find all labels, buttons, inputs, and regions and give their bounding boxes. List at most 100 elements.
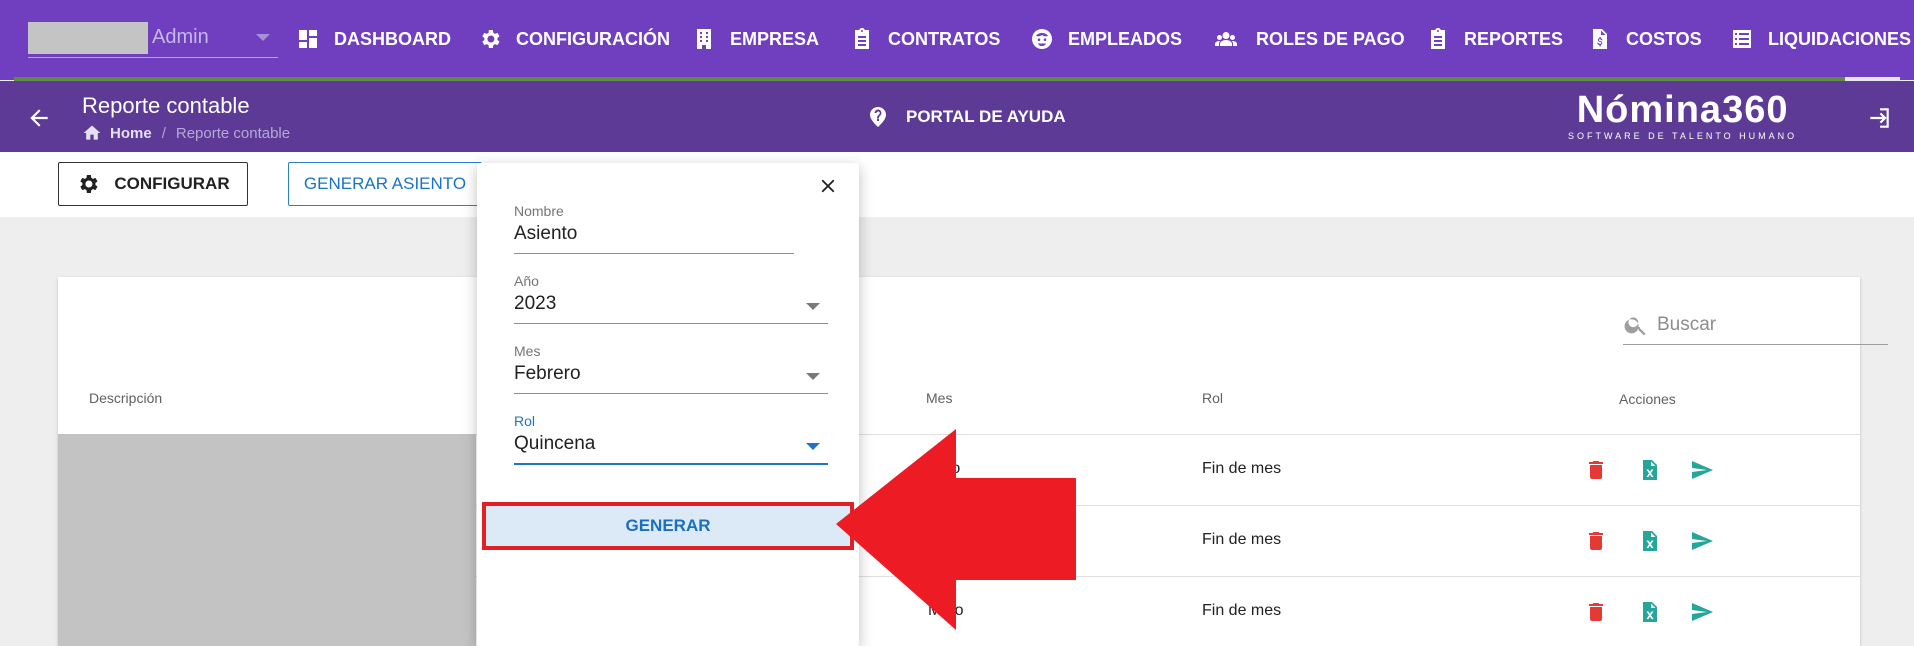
- search-field[interactable]: [1623, 305, 1888, 345]
- mes-label: Mes: [514, 343, 541, 359]
- help-portal-link[interactable]: PORTAL DE AYUDA: [866, 105, 1066, 129]
- nav-item-liquidaciones[interactable]: LIQUIDACIONES: [1730, 22, 1911, 56]
- nav-item-costos[interactable]: COSTOS: [1588, 22, 1702, 56]
- breadcrumb: Home / Reporte contable: [82, 123, 290, 143]
- column-header-acciones: Acciones: [1619, 391, 1676, 407]
- brand-tagline: SOFTWARE DE TALENTO HUMANO: [1568, 131, 1798, 141]
- nombre-input[interactable]: Asiento: [514, 223, 794, 245]
- cell-rol: Fin de mes: [1202, 531, 1282, 548]
- mes-select[interactable]: Mes Febrero: [514, 343, 828, 394]
- nav-item-label: EMPRESA: [730, 28, 820, 49]
- help-portal-label: PORTAL DE AYUDA: [906, 107, 1066, 126]
- column-header-descripcion[interactable]: Descripción: [89, 390, 162, 406]
- clipboard-icon: [855, 28, 869, 49]
- configurar-button[interactable]: CONFIGURAR: [58, 162, 248, 206]
- generar-asiento-button[interactable]: GENERAR ASIENTO: [288, 162, 482, 206]
- nav-item-label: CONTRATOS: [888, 28, 1001, 49]
- rol-underline: [514, 463, 828, 465]
- send-icon[interactable]: [1690, 458, 1714, 482]
- search-input[interactable]: [1657, 313, 1857, 336]
- generar-label: GENERAR: [625, 516, 711, 535]
- toolbar: CONFIGURAR GENERAR ASIENTO: [0, 152, 1914, 217]
- mes-underline: [514, 393, 828, 394]
- chevron-down-icon[interactable]: [256, 34, 270, 41]
- report-table-card: Descripción Mes Rol Acciones ...zo Fin d…: [58, 277, 1888, 646]
- cell-mes: M...o: [928, 602, 964, 619]
- nombre-label: Nombre: [514, 203, 564, 219]
- column-header-rol[interactable]: Rol: [1202, 390, 1223, 406]
- nombre-field[interactable]: Nombre Asiento: [514, 203, 794, 254]
- user-select[interactable]: Admin: [28, 20, 278, 58]
- send-icon[interactable]: [1690, 600, 1714, 624]
- user-name: Admin: [152, 26, 209, 48]
- nav-item-contratos[interactable]: CONTRATOS: [850, 22, 1000, 56]
- search-icon: [1624, 316, 1646, 335]
- breadcrumb-current: Reporte contable: [175, 124, 291, 142]
- top-navbar: Admin DASHBOARD CONFIGURACIÓN EMPRESA CO…: [0, 0, 1914, 81]
- nav-item-label: REPORTES: [1464, 28, 1564, 49]
- help-icon: [870, 107, 886, 127]
- nav-item-label: ROLES DE PAGO: [1256, 28, 1405, 49]
- gear-icon: [80, 175, 98, 193]
- list-icon: [1733, 30, 1751, 48]
- cell-rol: Fin de mes: [1202, 460, 1282, 477]
- page-title: Reporte contable: [82, 93, 250, 118]
- nav-item-label: EMPLEADOS: [1068, 28, 1183, 49]
- people-icon: [1215, 32, 1237, 46]
- nav-item-empresa[interactable]: EMPRESA: [692, 22, 819, 56]
- column-header-mes[interactable]: Mes: [926, 390, 952, 406]
- rol-value[interactable]: Quincena: [514, 433, 828, 455]
- anio-value[interactable]: 2023: [514, 293, 828, 315]
- home-icon: [83, 125, 101, 140]
- anio-label: Año: [514, 273, 539, 289]
- chevron-down-icon[interactable]: [806, 443, 820, 450]
- generar-asiento-label: GENERAR ASIENTO: [303, 174, 467, 193]
- generar-asiento-popup: Nombre Asiento Año 2023 Mes Febrero Rol …: [477, 163, 859, 646]
- rol-label: Rol: [514, 413, 536, 429]
- send-icon[interactable]: [1690, 529, 1714, 553]
- chevron-down-icon[interactable]: [806, 303, 820, 310]
- nav-item-label: CONFIGURACIÓN: [516, 28, 670, 49]
- nav-item-roles-de-pago[interactable]: ROLES DE PAGO: [1210, 22, 1405, 56]
- delete-icon[interactable]: [1584, 458, 1608, 482]
- clipboard-list-icon: [1431, 28, 1445, 49]
- close-icon[interactable]: [817, 175, 839, 197]
- breadcrumb-separator: /: [161, 124, 166, 142]
- chevron-down-icon[interactable]: [806, 373, 820, 380]
- cell-rol: Fin de mes: [1202, 602, 1282, 619]
- back-arrow-icon[interactable]: [26, 105, 52, 131]
- brand-logo: Nómina360 SOFTWARE DE TALENTO HUMANO: [1568, 91, 1797, 141]
- logout-icon[interactable]: [1866, 105, 1892, 131]
- dollar-file-icon: [1593, 29, 1607, 49]
- page-header: Reporte contable Home / Reporte contable…: [0, 81, 1914, 152]
- rol-select[interactable]: Rol Quincena: [514, 413, 828, 465]
- face-icon: [1032, 29, 1052, 49]
- nav-item-label: COSTOS: [1626, 28, 1702, 49]
- cell-mes: ...zo: [930, 460, 961, 477]
- nav-item-dashboard[interactable]: DASHBOARD: [296, 22, 451, 56]
- brand-name: Nómina360: [1576, 89, 1789, 131]
- dashboard-icon: [299, 30, 317, 48]
- nav-item-configuracion[interactable]: CONFIGURACIÓN: [478, 22, 670, 56]
- excel-icon[interactable]: [1638, 458, 1662, 482]
- nombre-underline: [514, 253, 794, 254]
- nav-item-empleados[interactable]: EMPLEADOS: [1030, 22, 1182, 56]
- redacted-user-block: [28, 22, 148, 54]
- gear-icon: [482, 30, 500, 48]
- breadcrumb-home-label: Home: [110, 124, 152, 142]
- nav-item-label: LIQUIDACIONES: [1768, 28, 1912, 49]
- delete-icon[interactable]: [1584, 529, 1608, 553]
- configurar-label: CONFIGURAR: [114, 174, 230, 193]
- excel-icon[interactable]: [1638, 600, 1662, 624]
- generar-button[interactable]: GENERAR: [482, 502, 854, 550]
- delete-icon[interactable]: [1584, 600, 1608, 624]
- mes-value[interactable]: Febrero: [514, 363, 828, 385]
- building-icon: [697, 29, 711, 49]
- redacted-description-column: [58, 434, 476, 646]
- anio-underline: [514, 323, 828, 324]
- nav-item-label: DASHBOARD: [334, 28, 451, 49]
- nav-item-reportes[interactable]: REPORTES: [1426, 22, 1563, 56]
- excel-icon[interactable]: [1638, 529, 1662, 553]
- anio-select[interactable]: Año 2023: [514, 273, 828, 324]
- breadcrumb-home[interactable]: Home: [82, 123, 152, 143]
